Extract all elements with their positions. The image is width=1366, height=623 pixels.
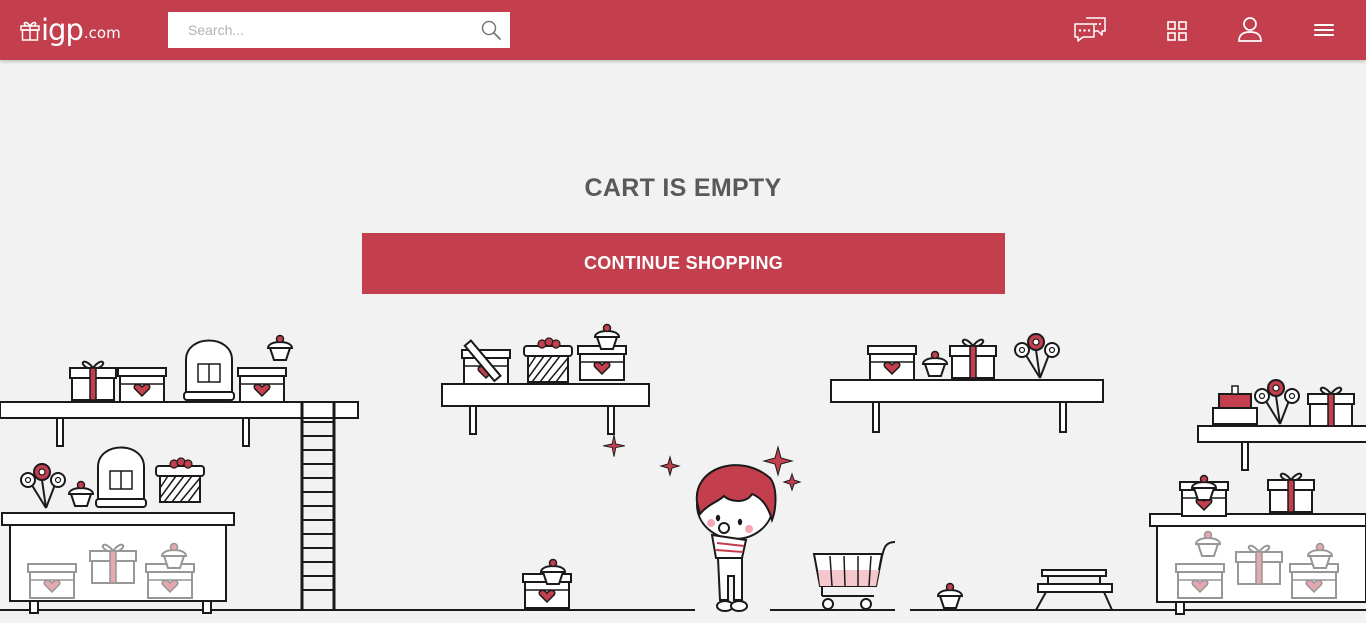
page-title: CART IS EMPTY [584,174,782,202]
gift-icon [20,21,40,41]
logo[interactable]: igp .com [20,12,125,48]
search-input[interactable] [168,12,468,48]
logo-domain: .com [83,24,121,42]
top-header: igp .com [0,0,1366,60]
chat-icon[interactable] [1073,14,1107,46]
menu-icon[interactable] [1311,14,1337,46]
cart-icon [812,541,896,610]
search-box [168,12,510,48]
user-icon[interactable] [1236,14,1264,46]
logo-text: igp [41,13,84,47]
continue-shopping-button[interactable]: CONTINUE SHOPPING [362,233,1005,294]
bench [1035,569,1113,611]
grid-icon[interactable] [1164,14,1190,46]
ladder [300,402,336,610]
search-icon[interactable] [480,19,502,41]
character [603,434,802,612]
empty-cart-illustration [0,323,1366,615]
